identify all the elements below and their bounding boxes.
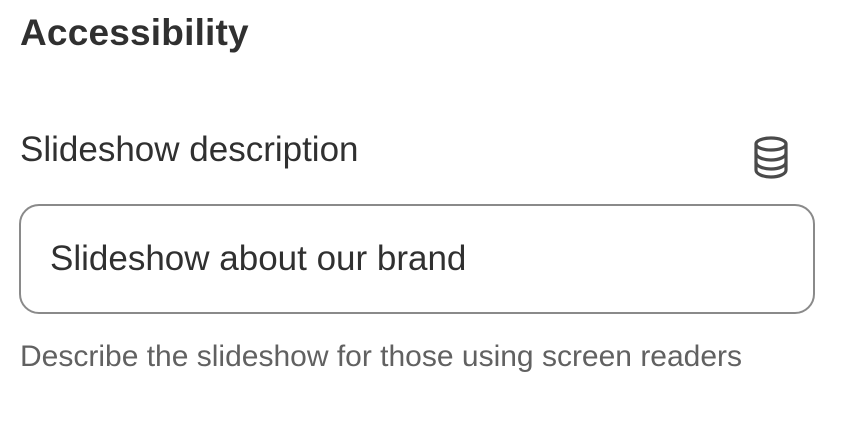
section-title: Accessibility bbox=[20, 12, 249, 53]
accessibility-settings-panel: Accessibility Slideshow description Desc… bbox=[0, 0, 848, 434]
slideshow-description-help-text: Describe the slideshow for those using s… bbox=[20, 340, 743, 373]
slideshow-description-input[interactable] bbox=[19, 204, 815, 314]
slideshow-description-label: Slideshow description bbox=[20, 130, 359, 169]
database-icon[interactable] bbox=[748, 134, 794, 180]
